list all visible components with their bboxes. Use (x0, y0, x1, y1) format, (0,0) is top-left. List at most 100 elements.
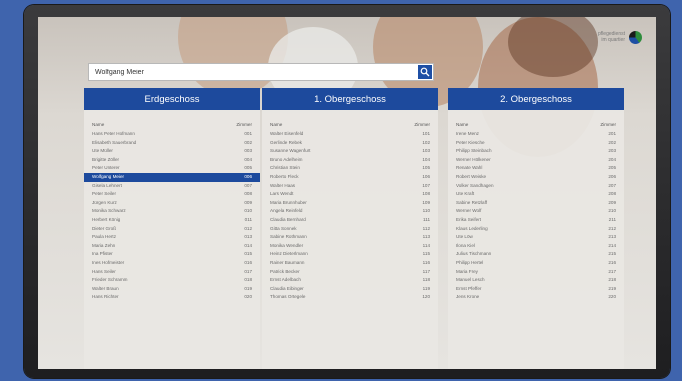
resident-row[interactable]: Dieter Groß 012 (84, 225, 260, 234)
resident-row[interactable]: Gitta Sonnek 112 (262, 225, 438, 234)
resident-row[interactable]: Paula Hertz 013 (84, 233, 260, 242)
resident-row[interactable]: Sabine Rothmann 113 (262, 233, 438, 242)
resident-row[interactable]: Maria Brunnhuber 109 (262, 199, 438, 208)
resident-row[interactable]: Ute Kraft 208 (448, 190, 624, 199)
resident-name: Elisabeth Sauerbrand (92, 139, 137, 145)
resident-list: Hans Peter Hofmann 001 Elisabeth Sauerbran… (84, 130, 260, 302)
resident-row[interactable]: Claudia Bernhard 111 (262, 216, 438, 225)
resident-row[interactable]: Herbert König 011 (84, 216, 260, 225)
logo-line-2: im quartier (601, 36, 625, 43)
resident-row[interactable]: Peter Kiesche 202 (448, 139, 624, 148)
room-number: 017 (244, 268, 252, 274)
column-title: 2. Obergeschoss (448, 88, 624, 110)
resident-row[interactable]: Jürgen Kurz 009 (84, 199, 260, 208)
resident-name: Peter Unterer (92, 165, 120, 171)
resident-row[interactable]: Sabine Retzlaff 209 (448, 199, 624, 208)
resident-row[interactable]: Peter Unterer 005 (84, 164, 260, 173)
resident-row[interactable]: Werner Hölkener 204 (448, 156, 624, 165)
resident-name: Hans Peter Hofmann (92, 131, 135, 136)
resident-row[interactable]: Walter Braun 019 (84, 285, 260, 294)
resident-row[interactable]: Gisela Lehnert 007 (84, 182, 260, 191)
resident-row[interactable]: Hans Richter 020 (84, 293, 260, 302)
resident-row[interactable]: Lars Wendt 108 (262, 190, 438, 199)
resident-row[interactable]: Patrick Becker 117 (262, 268, 438, 277)
resident-row[interactable]: Rainer Baumann 116 (262, 259, 438, 268)
resident-row[interactable]: Renate Wahl 205 (448, 164, 624, 173)
resident-row[interactable]: Heinz Dieterlmann 115 (262, 250, 438, 259)
resident-row[interactable]: Brigitte Zöller 004 (84, 156, 260, 165)
room-number: 110 (422, 208, 430, 214)
search-input[interactable] (89, 65, 418, 79)
resident-row[interactable]: Christian Stein 105 (262, 164, 438, 173)
room-number: 012 (244, 225, 252, 231)
resident-row[interactable]: Philipp Hertel 216 (448, 259, 624, 268)
room-number: 016 (244, 259, 252, 265)
room-number: 008 (244, 191, 252, 197)
resident-row[interactable]: Maria Zehn 014 (84, 242, 260, 251)
resident-name: Sabine Rothmann (270, 234, 307, 240)
column-1-obergeschoss: 1. Obergeschoss Name Zimmer Walter Eisen… (262, 88, 438, 369)
resident-name: Gisela Lehnert (92, 182, 122, 188)
resident-row[interactable]: Ernst Adelbach 118 (262, 276, 438, 285)
room-number: 107 (422, 182, 430, 188)
resident-row[interactable]: Irene Menz 201 (448, 130, 624, 139)
resident-row[interactable]: Angela Reinfeld 110 (262, 207, 438, 216)
resident-name: Sabine Retzlaff (456, 199, 488, 205)
name-header: Name (92, 122, 105, 127)
resident-name: Susanne Wagenfurt (270, 148, 311, 154)
room-number: 220 (608, 294, 616, 300)
resident-row[interactable]: Volker Sandhagen 207 (448, 182, 624, 191)
resident-row[interactable]: Ilona Kiel 214 (448, 242, 624, 251)
resident-name: Ute Müller (92, 148, 113, 154)
resident-row[interactable]: Gerlinde Rebek 102 (262, 139, 438, 148)
logo-text: pflegedienst im quartier (598, 31, 625, 43)
room-number: 112 (422, 225, 430, 231)
resident-name: Klaus Lederling (456, 225, 488, 231)
resident-row[interactable]: Hans Peter Hofmann 001 (84, 130, 260, 139)
resident-row[interactable]: Claudia Eibinger 119 (262, 285, 438, 294)
name-header: Name (456, 122, 469, 127)
resident-row[interactable]: Walter Eisenfeld 101 (262, 130, 438, 139)
screen: pflegedienst im quartier Erdgeschoss Nam… (38, 17, 656, 369)
resident-row[interactable]: Elisabeth Sauerbrand 002 (84, 139, 260, 148)
resident-row[interactable]: Monika Schwarz 010 (84, 207, 260, 216)
resident-name: Julius Tischmann (456, 251, 492, 257)
resident-row[interactable]: Jens Krone 220 (448, 293, 624, 302)
resident-row[interactable]: Julius Tischmann 215 (448, 250, 624, 259)
resident-row[interactable]: Klaus Lederling 212 (448, 225, 624, 234)
column-subheader: Name Zimmer (84, 110, 260, 130)
resident-name: Jürgen Kurz (92, 199, 117, 205)
brand-logo: pflegedienst im quartier (598, 31, 642, 44)
resident-row[interactable]: Ute Müller 003 (84, 147, 260, 156)
resident-row[interactable]: Thomas Ortegele 120 (262, 293, 438, 302)
room-number: 210 (608, 208, 616, 214)
search-button[interactable] (418, 65, 432, 79)
resident-name: Monika Wendler (270, 242, 304, 248)
resident-row[interactable]: Wolfgang Meier 006 (84, 172, 260, 182)
resident-row[interactable]: Erika Seifert 211 (448, 216, 624, 225)
resident-row[interactable]: Bruno Adelheim 104 (262, 156, 438, 165)
resident-row[interactable]: Ute Löw 213 (448, 233, 624, 242)
resident-row[interactable]: Ines Hofmeister 016 (84, 259, 260, 268)
resident-row[interactable]: Philipp Steinbach 203 (448, 147, 624, 156)
resident-row[interactable]: Monika Wendler 114 (262, 242, 438, 251)
resident-name: Volker Sandhagen (456, 182, 494, 188)
resident-row[interactable]: Ina Pfister 015 (84, 250, 260, 259)
resident-name: Manuel Lesch (456, 277, 485, 283)
resident-row[interactable]: Manuel Lesch 218 (448, 276, 624, 285)
room-number: 003 (244, 148, 252, 154)
resident-row[interactable]: Peter Seiler 008 (84, 190, 260, 199)
resident-name: Roberto Fleck (270, 173, 299, 179)
resident-row[interactable]: Walter Haas 107 (262, 182, 438, 191)
resident-row[interactable]: Frieder Schramm 018 (84, 276, 260, 285)
room-number: 004 (244, 156, 252, 162)
resident-row[interactable]: Roberto Fleck 106 (262, 173, 438, 182)
resident-row[interactable]: Ernst Pfeffer 219 (448, 285, 624, 294)
resident-name: Philipp Steinbach (456, 148, 492, 154)
resident-row[interactable]: Robert Weiske 206 (448, 173, 624, 182)
resident-row[interactable]: Werner Wolf 210 (448, 207, 624, 216)
resident-row[interactable]: Maria Frey 217 (448, 268, 624, 277)
resident-row[interactable]: Susanne Wagenfurt 103 (262, 147, 438, 156)
resident-row[interactable]: Hans Seiler 017 (84, 268, 260, 277)
logo-mark-icon (629, 31, 642, 44)
